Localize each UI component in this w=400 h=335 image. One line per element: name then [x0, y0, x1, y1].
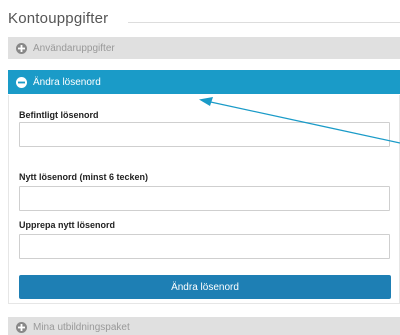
accordion-user-details-label: Användaruppgifter	[33, 42, 115, 54]
accordion-change-password-label: Ändra lösenord	[33, 76, 101, 88]
repeat-password-label: Upprepa nytt lösenord	[19, 220, 116, 230]
plus-circle-icon	[16, 321, 27, 333]
accordion-packages[interactable]: Mina utbildningspaket	[8, 317, 400, 335]
repeat-password-input[interactable]	[19, 234, 390, 259]
new-password-input[interactable]	[19, 186, 390, 211]
current-password-input[interactable]	[19, 122, 390, 147]
section-title: Kontouppgifter	[8, 10, 109, 27]
accordion-packages-label: Mina utbildningspaket	[33, 321, 130, 333]
accordion-user-details[interactable]: Användaruppgifter	[8, 37, 400, 59]
change-password-button[interactable]: Ändra lösenord	[19, 275, 391, 299]
minus-circle-icon	[16, 76, 27, 88]
new-password-label: Nytt lösenord (minst 6 tecken)	[19, 172, 149, 182]
plus-circle-icon	[16, 42, 27, 54]
current-password-label: Befintligt lösenord	[19, 110, 99, 120]
account-page: Kontouppgifter Användaruppgifter Ändra l…	[0, 0, 400, 335]
section-divider	[128, 22, 400, 23]
accordion-change-password[interactable]: Ändra lösenord	[8, 70, 400, 94]
